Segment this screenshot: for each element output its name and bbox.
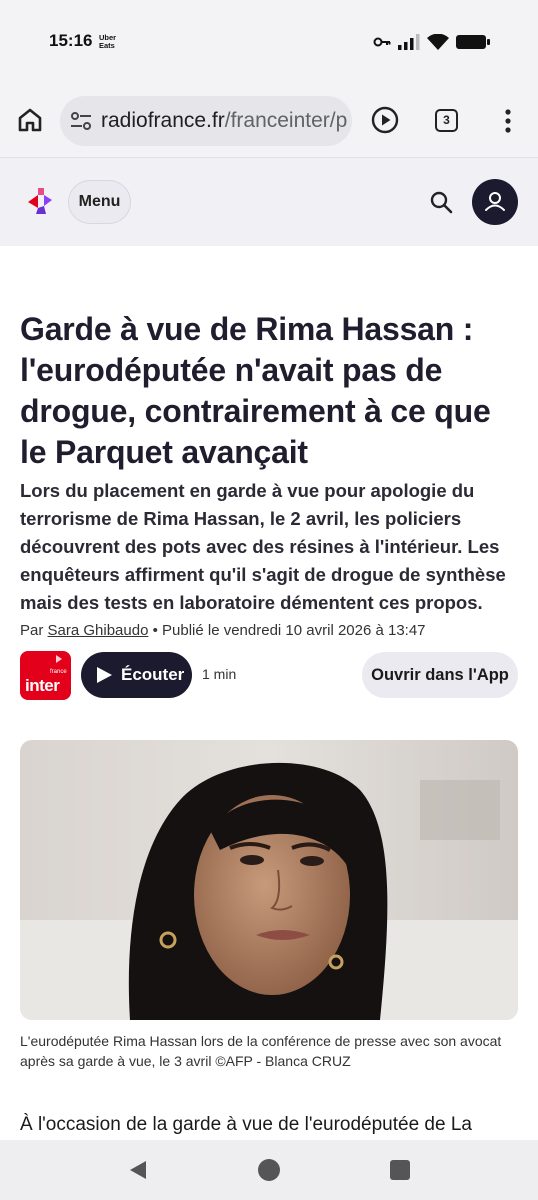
article-headline: Garde à vue de Rima Hassan : l'eurodéput…	[20, 311, 491, 470]
status-icons	[373, 34, 490, 50]
more-options-icon[interactable]	[497, 108, 519, 134]
radio-france-logo-icon[interactable]	[26, 186, 54, 216]
home-icon[interactable]	[16, 106, 44, 134]
photo-caption: L'eurodéputée Rima Hassan lors de la con…	[20, 1033, 502, 1069]
menu-button[interactable]: Menu	[68, 180, 131, 224]
article-body-start: À l'occasion de la garde à vue de l'euro…	[20, 1114, 472, 1135]
status-bar: 15:16 Uber Eats	[0, 0, 538, 84]
station-name: inter	[25, 676, 60, 695]
wifi-icon	[427, 34, 449, 50]
signal-icon	[398, 34, 420, 50]
byline-prefix: Par	[20, 622, 48, 639]
tab-switcher-button[interactable]: 3	[435, 109, 458, 132]
article-photo	[20, 740, 518, 1020]
article-byline: Par Sara Ghibaudo • Publié le vendredi 1…	[20, 622, 520, 639]
portrait-photo	[20, 740, 518, 1020]
recents-icon[interactable]	[390, 1160, 410, 1180]
key-icon	[373, 37, 391, 47]
station-small-label: france	[50, 669, 67, 675]
user-icon	[485, 192, 505, 211]
search-icon[interactable]	[429, 190, 453, 214]
account-button[interactable]	[472, 179, 518, 225]
france-inter-logo[interactable]: france inter	[20, 651, 71, 700]
battery-icon	[456, 35, 490, 49]
author-link[interactable]: Sara Ghibaudo	[48, 622, 149, 639]
browser-toolbar: radiofrance.fr/franceinter/p 3	[0, 84, 538, 158]
url-path: /franceinter/p	[224, 109, 348, 132]
address-bar[interactable]: radiofrance.fr/franceinter/p	[60, 96, 352, 146]
url-text[interactable]: radiofrance.fr/franceinter/p	[101, 109, 347, 133]
home-nav-icon[interactable]	[258, 1159, 280, 1181]
play-icon	[97, 667, 112, 683]
audio-duration: 1 min	[202, 666, 237, 682]
site-settings-icon[interactable]	[70, 111, 92, 131]
site-header: Menu	[0, 158, 538, 246]
published-date: • Publié le vendredi 10 avril 2026 à 13:…	[148, 622, 426, 639]
system-navigation-bar	[0, 1140, 538, 1200]
uber-eats-notification-icon: Uber Eats	[99, 33, 117, 50]
article-lead: Lors du placement en garde à vue pour ap…	[20, 480, 506, 613]
listen-button[interactable]: Écouter	[81, 652, 192, 698]
back-icon[interactable]	[128, 1159, 148, 1181]
status-time: 15:16	[49, 31, 93, 50]
listen-label: Écouter	[121, 665, 185, 684]
play-circle-icon[interactable]	[371, 106, 399, 134]
url-host: radiofrance.fr	[101, 109, 225, 132]
open-in-app-button[interactable]: Ouvrir dans l'App	[362, 652, 518, 698]
